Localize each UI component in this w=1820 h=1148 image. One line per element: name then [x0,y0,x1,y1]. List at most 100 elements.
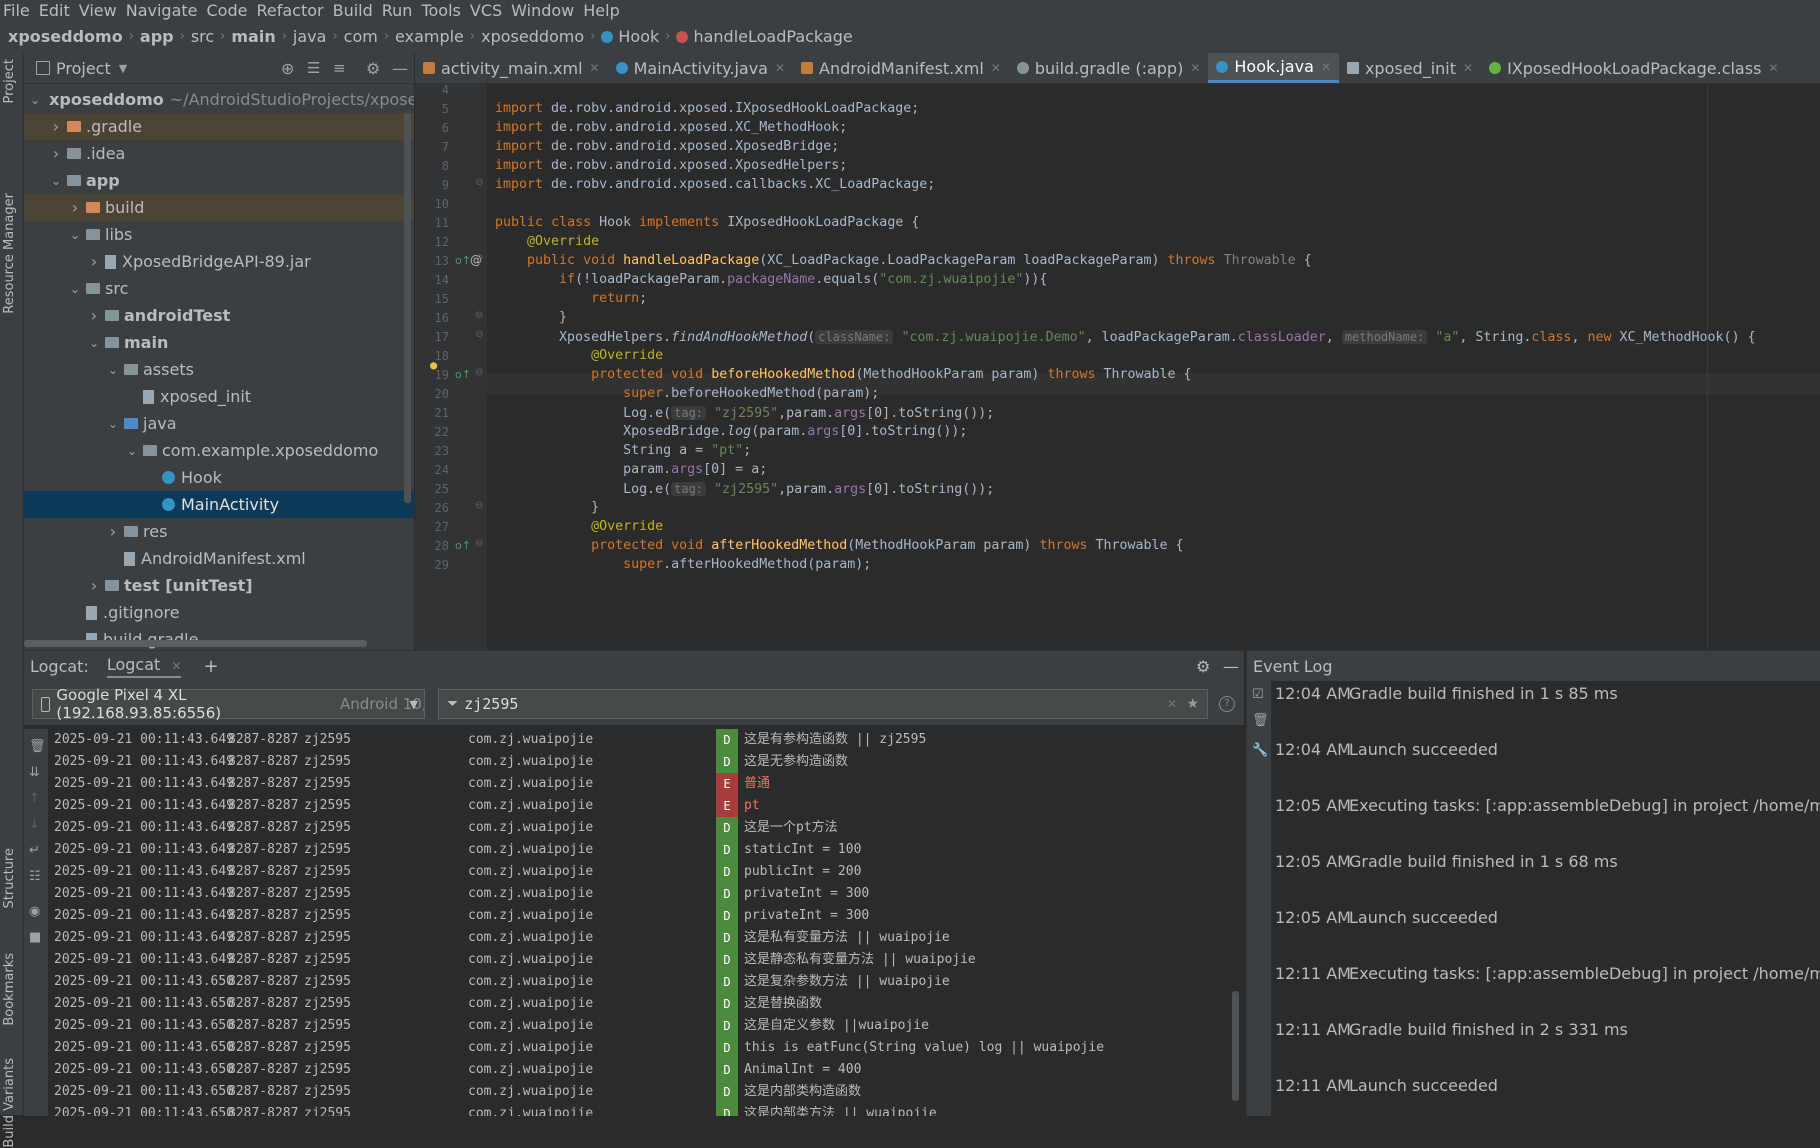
breadcrumb-item[interactable]: app [140,27,174,46]
fold-icon[interactable]: ⊖ [475,367,483,378]
build-variants-tool-tab[interactable]: Build Variants [2,1058,17,1148]
soft-wrap-icon[interactable]: ↵ [29,843,40,858]
menu-item-file[interactable]: File [0,1,36,20]
device-selector[interactable]: Google Pixel 4 XL (192.168.93.85:6556) A… [32,686,425,722]
arrow-up-icon[interactable]: ↑ [29,791,40,806]
override-icon[interactable]: o↑ [455,368,471,381]
editor-tab-hook-java[interactable]: Hook.java ✕ [1208,53,1339,83]
trash-icon[interactable]: 🗑 [29,739,46,754]
logcat-scrollbar[interactable] [1232,991,1239,1101]
resource-manager-tool-tab[interactable]: Resource Manager [2,193,17,314]
menu-item-code[interactable]: Code [204,1,254,20]
chevron-down-icon[interactable]: ⌄ [49,174,63,188]
close-icon[interactable]: ✕ [1768,61,1778,75]
chevron-down-icon[interactable]: ⌄ [30,93,40,107]
close-icon[interactable]: ✕ [775,61,785,75]
menu-item-build[interactable]: Build [330,1,379,20]
chevron-right-icon[interactable]: › [87,306,101,325]
fold-icon[interactable]: ⊖ [475,253,483,264]
menu-item-tools[interactable]: Tools [418,1,466,20]
tree-item-main[interactable]: ⌄ main [24,329,414,356]
fold-icon[interactable]: ⊖ [475,177,483,188]
breadcrumb-item[interactable]: Hook [601,27,659,46]
tree-item-test-unittest-[interactable]: › test [unitTest] [24,572,414,599]
scroll-to-end-icon[interactable]: ⇊ [29,765,40,780]
tree-item-androidmanifest-xml[interactable]: AndroidManifest.xml [24,545,414,572]
menu-item-navigate[interactable]: Navigate [123,1,204,20]
menu-item-run[interactable]: Run [379,1,419,20]
star-icon[interactable]: ★ [1186,696,1199,712]
clear-icon[interactable]: ✕ [1167,697,1177,711]
add-tab-icon[interactable]: + [203,656,218,677]
close-icon[interactable]: ✕ [1463,61,1473,75]
tree-item-mainactivity[interactable]: MainActivity [24,491,414,518]
structure-tool-tab[interactable]: Structure [2,848,17,908]
collapse-all-icon[interactable]: ≡ [333,59,346,77]
screen-record-icon[interactable]: ■ [29,930,41,945]
chevron-right-icon[interactable]: › [49,144,63,163]
fold-icon[interactable]: ⊖ [475,538,483,549]
fold-icon[interactable]: ⊖ [475,310,483,321]
tree-item-res[interactable]: › res [24,518,414,545]
chevron-right-icon[interactable]: › [87,252,101,271]
close-icon[interactable]: ✕ [1321,60,1331,74]
wrench-icon[interactable]: 🔧 [1252,743,1268,758]
fold-icon[interactable]: ⊖ [475,329,483,340]
editor-tab-ixposedhookloadpackage-class[interactable]: IXposedHookLoadPackage.class ✕ [1481,53,1786,83]
tree-item-java[interactable]: ⌄ java [24,410,414,437]
screenshot-icon[interactable]: ◉ [29,904,40,919]
locate-icon[interactable]: ⊕ [281,59,294,78]
breadcrumb-item[interactable]: com [344,27,378,46]
chevron-down-icon[interactable]: ⌄ [125,444,139,458]
chevron-down-icon[interactable]: ⌄ [68,228,82,242]
trash-icon[interactable]: 🗑 [1252,713,1269,728]
override-icon[interactable]: o↑ [455,254,471,267]
close-icon[interactable]: ✕ [171,659,181,673]
lightbulb-icon[interactable]: ● [430,358,437,372]
tab-logcat[interactable]: Logcat ✕ [106,655,182,678]
tree-item-com-example-xposeddomo[interactable]: ⌄ com.example.xposeddomo [24,437,414,464]
menu-item-help[interactable]: Help [580,1,625,20]
override-icon[interactable]: o↑ [455,539,471,552]
chevron-right-icon[interactable]: › [87,576,101,595]
gear-icon[interactable]: ⚙ [1196,657,1210,676]
logcat-filter-input[interactable]: ⏷ zj2595 ✕ ★ [438,689,1208,719]
arrow-down-icon[interactable]: ↓ [29,817,40,832]
bookmarks-tool-tab[interactable]: Bookmarks [2,953,17,1026]
breadcrumb-item[interactable]: main [231,27,275,46]
chevron-right-icon[interactable]: › [106,522,120,541]
close-icon[interactable]: ✕ [590,61,600,75]
project-tool-tab[interactable]: Project [2,59,17,103]
editor-tab-xposed-init[interactable]: xposed_init ✕ [1339,53,1481,83]
chevron-right-icon[interactable]: › [49,117,63,136]
tree-item-androidtest[interactable]: › androidTest [24,302,414,329]
tree-item--gradle[interactable]: › .gradle [24,113,414,140]
fold-icon[interactable]: ⊖ [475,500,483,511]
mark-read-icon[interactable]: ☑ [1252,687,1264,702]
menu-item-edit[interactable]: Edit [36,1,76,20]
tree-item-libs[interactable]: ⌄ libs [24,221,414,248]
editor-tab-androidmanifest-xml[interactable]: AndroidManifest.xml ✕ [793,53,1009,83]
vertical-scrollbar[interactable] [404,113,411,503]
tree-item-xposedbridgeapi-89-jar[interactable]: › XposedBridgeAPI-89.jar [24,248,414,275]
close-icon[interactable]: ✕ [991,61,1001,75]
tree-item-build[interactable]: › build [24,194,414,221]
chevron-down-icon[interactable]: ⌄ [68,282,82,296]
breadcrumb-item[interactable]: java [293,27,327,46]
breadcrumb-item[interactable]: src [191,27,214,46]
breadcrumb-item[interactable]: xposeddomo [481,27,584,46]
horizontal-scrollbar[interactable] [24,640,367,647]
breadcrumb-item[interactable]: handleLoadPackage [676,27,853,46]
expand-all-icon[interactable]: ☰ [307,59,320,77]
tree-item--idea[interactable]: › .idea [24,140,414,167]
tree-item-assets[interactable]: ⌄ assets [24,356,414,383]
tree-item-src[interactable]: ⌄ src [24,275,414,302]
code-area[interactable]: import de.robv.android.xposed.IXposedHoo… [430,83,1820,650]
chevron-down-icon[interactable]: ⌄ [106,363,120,377]
help-icon[interactable]: ? [1219,696,1235,712]
close-icon[interactable]: ✕ [1190,61,1200,75]
chevron-down-icon[interactable]: ▼ [119,62,127,75]
chevron-right-icon[interactable]: › [68,198,82,217]
menu-item-window[interactable]: Window [508,1,580,20]
tree-item-app[interactable]: ⌄ app [24,167,414,194]
